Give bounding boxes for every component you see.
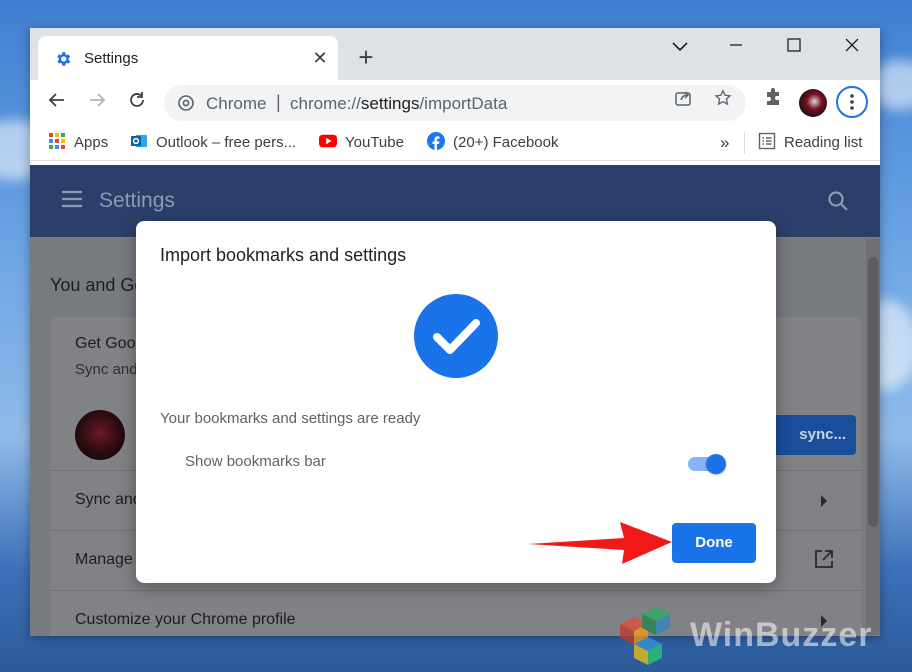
address-bar[interactable]: Chrome | chrome://settings/importData xyxy=(164,85,746,121)
winbuzzer-logo-icon xyxy=(620,607,670,665)
maximize-button[interactable] xyxy=(774,36,814,60)
tab-title: Settings xyxy=(84,50,139,67)
close-tab-icon[interactable]: ✕ xyxy=(310,48,330,68)
url-rest: /importData xyxy=(419,94,508,113)
chrome-logo-icon xyxy=(178,95,194,111)
new-tab-button[interactable]: + xyxy=(352,44,380,72)
reading-list-label: Reading list xyxy=(784,134,863,151)
bookmarks-overflow-button[interactable]: » xyxy=(720,132,729,154)
bookmarks-bar: Apps Outlook – free pers... YouTube (20+… xyxy=(30,126,880,161)
back-button[interactable] xyxy=(42,88,72,118)
extensions-puzzle-icon[interactable] xyxy=(758,88,788,118)
bookmarks-divider xyxy=(744,132,745,154)
site-chip-label: Chrome xyxy=(206,94,267,113)
youtube-icon xyxy=(319,134,337,148)
apps-grid-icon xyxy=(49,133,65,149)
import-dialog: Import bookmarks and settings Your bookm… xyxy=(136,221,776,583)
tab-strip: Settings ✕ + xyxy=(30,28,880,80)
tab-settings[interactable]: Settings ✕ xyxy=(38,36,338,80)
ready-message: Your bookmarks and settings are ready xyxy=(160,410,421,427)
sync-subtitle: Sync and xyxy=(75,361,138,378)
close-window-button[interactable] xyxy=(832,36,872,60)
page-scrollbar[interactable] xyxy=(866,239,880,635)
winbuzzer-watermark: WinBuzzer xyxy=(610,606,900,668)
minimize-button[interactable] xyxy=(716,36,756,60)
omnibox-separator: | xyxy=(276,92,281,112)
reading-list-button[interactable]: Reading list xyxy=(758,132,862,154)
checkmark-icon xyxy=(414,294,498,378)
turn-on-sync-button[interactable]: sync... xyxy=(766,415,856,455)
scrollbar-thumb[interactable] xyxy=(868,257,878,527)
chrome-menu-icon[interactable] xyxy=(836,86,868,118)
get-google-heading: Get Goog xyxy=(75,335,145,352)
row-label: Sync and xyxy=(75,491,142,508)
watermark-text: WinBuzzer xyxy=(690,616,873,654)
reload-button[interactable] xyxy=(122,88,152,118)
chevron-right-icon xyxy=(821,495,827,507)
bookmark-apps[interactable]: Apps xyxy=(48,132,108,154)
settings-title: Settings xyxy=(99,189,175,212)
tab-search-chevron-icon[interactable] xyxy=(660,36,700,60)
settings-gear-icon xyxy=(57,52,71,66)
url-text: chrome://settings/importData xyxy=(290,94,507,114)
bookmark-facebook[interactable]: (20+) Facebook xyxy=(427,132,558,154)
search-icon[interactable] xyxy=(826,189,850,213)
browser-toolbar: Chrome | chrome://settings/importData xyxy=(30,80,880,126)
section-title: You and Go xyxy=(50,275,145,295)
show-bookmarks-bar-toggle[interactable] xyxy=(686,452,726,474)
dialog-title: Import bookmarks and settings xyxy=(160,245,407,265)
reading-list-icon xyxy=(758,132,776,150)
facebook-icon xyxy=(427,132,445,150)
bookmark-label: Apps xyxy=(74,134,109,151)
url-host: chrome:// xyxy=(290,94,361,113)
show-bookmarks-bar-label: Show bookmarks bar xyxy=(185,453,326,470)
toggle-knob xyxy=(706,454,726,474)
bookmark-label: Outlook – free pers... xyxy=(156,134,297,151)
share-icon[interactable] xyxy=(668,88,698,118)
bookmark-star-icon[interactable] xyxy=(708,88,738,118)
forward-button[interactable] xyxy=(82,88,112,118)
red-arrow-annotation xyxy=(528,522,672,564)
bookmark-youtube[interactable]: YouTube xyxy=(319,132,404,154)
bookmark-label: (20+) Facebook xyxy=(453,134,559,151)
url-path: settings xyxy=(360,94,420,113)
avatar xyxy=(75,410,125,460)
open-external-icon xyxy=(815,550,833,568)
row-label: Customize your Chrome profile xyxy=(75,611,296,628)
hamburger-menu-icon[interactable] xyxy=(60,189,84,209)
row-label: Manage xyxy=(75,551,133,568)
bookmark-label: YouTube xyxy=(345,134,404,151)
done-button[interactable]: Done xyxy=(672,523,756,563)
profile-avatar[interactable] xyxy=(798,88,828,118)
bookmark-outlook[interactable]: Outlook – free pers... xyxy=(130,132,296,154)
outlook-icon xyxy=(131,135,147,147)
